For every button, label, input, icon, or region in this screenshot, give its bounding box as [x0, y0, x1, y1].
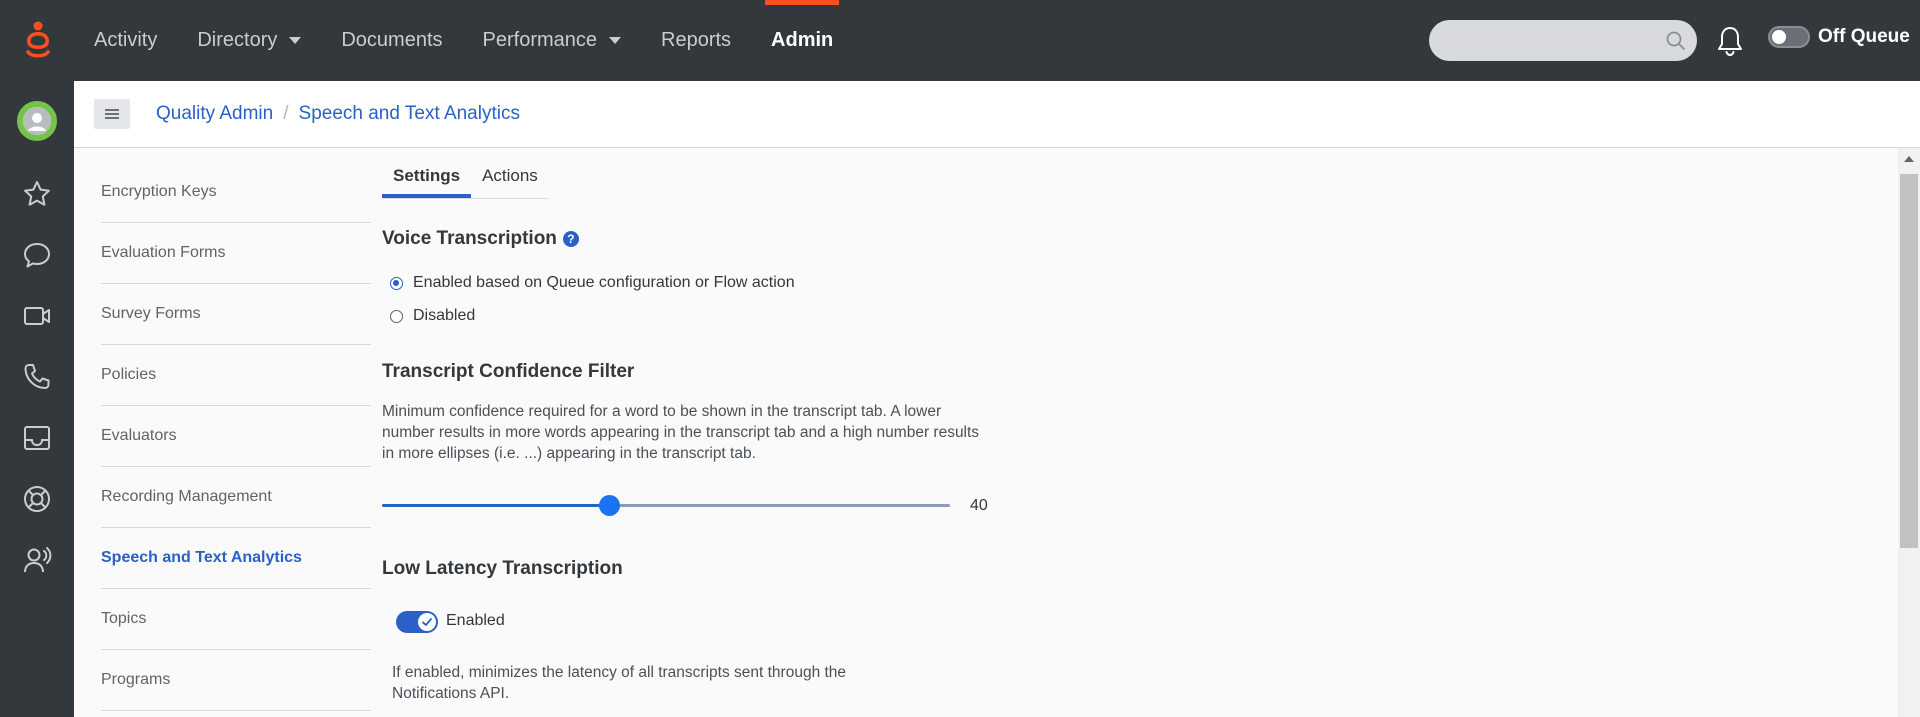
breadcrumb-separator: / [283, 103, 289, 124]
radio-disabled-label: Disabled [413, 307, 476, 324]
settings-tabs: Settings Actions [382, 160, 549, 199]
tab-actions[interactable]: Actions [471, 160, 549, 198]
avatar-image [23, 107, 51, 135]
nav-directory[interactable]: Directory [177, 0, 321, 81]
nav-reports[interactable]: Reports [641, 0, 751, 81]
lifebuoy-icon[interactable] [22, 484, 52, 514]
nav-admin[interactable]: Admin [751, 0, 853, 81]
radio-button-checked[interactable] [390, 276, 403, 290]
admin-sidenav: Encryption Keys Evaluation Forms Survey … [101, 162, 371, 711]
low-latency-description: If enabled, minimizes the latency of all… [392, 664, 847, 702]
radio-disabled[interactable]: Disabled [390, 307, 475, 325]
genesys-logo-icon[interactable] [22, 20, 54, 60]
sidenav-item-policies[interactable]: Policies [101, 345, 371, 406]
low-latency-toggle[interactable] [396, 611, 438, 633]
user-silhouette-icon [23, 107, 51, 135]
checkmark-icon [422, 618, 432, 626]
nav-reports-label: Reports [661, 29, 732, 51]
star-icon[interactable] [22, 179, 52, 209]
nav-performance[interactable]: Performance [463, 0, 642, 81]
left-icon-rail [0, 81, 74, 717]
breadcrumb-speech-text-analytics[interactable]: Speech and Text Analytics [299, 103, 520, 125]
sidenav-item-encryption-keys[interactable]: Encryption Keys [101, 162, 371, 223]
sidenav-item-recording-management[interactable]: Recording Management [101, 467, 371, 528]
user-headset-icon[interactable] [22, 545, 52, 575]
queue-status-label: Off Queue [1818, 26, 1910, 47]
sidenav-item-topics[interactable]: Topics [101, 589, 371, 650]
chevron-down-icon [289, 37, 302, 44]
confidence-filter-description: Minimum confidence required for a word t… [382, 403, 980, 462]
vertical-scrollbar[interactable] [1898, 148, 1920, 717]
slider-fill [382, 504, 610, 507]
sidebar-toggle-button[interactable] [94, 99, 130, 129]
confidence-slider[interactable] [382, 495, 950, 516]
tab-settings[interactable]: Settings [382, 160, 472, 198]
search-input[interactable] [1429, 20, 1697, 61]
main-content: Encryption Keys Evaluation Forms Survey … [74, 148, 1898, 717]
radio-enabled-queue-flow[interactable]: Enabled based on Queue configuration or … [390, 274, 795, 292]
hamburger-line [105, 117, 119, 119]
nav-directory-label: Directory [197, 29, 278, 51]
phone-icon[interactable] [22, 362, 52, 392]
low-latency-toggle-label: Enabled [446, 612, 505, 629]
confidence-filter-heading: Transcript Confidence Filter [382, 361, 635, 382]
nav-activity-label: Activity [94, 29, 158, 51]
search-icon[interactable] [1665, 30, 1687, 52]
scroll-thumb[interactable] [1900, 174, 1918, 548]
nav-performance-label: Performance [482, 29, 598, 51]
sidenav-item-programs[interactable]: Programs [101, 650, 371, 711]
slider-thumb[interactable] [599, 495, 621, 516]
queue-toggle[interactable] [1768, 26, 1810, 48]
top-navigation-bar: Activity Directory Documents Performance… [0, 0, 1920, 81]
voice-transcription-heading: Voice Transcription? [382, 228, 579, 250]
hamburger-line [105, 113, 119, 115]
nav-admin-label: Admin [771, 29, 834, 51]
sidenav-item-evaluators[interactable]: Evaluators [101, 406, 371, 467]
sidenav-item-speech-text-analytics[interactable]: Speech and Text Analytics [101, 528, 371, 589]
chat-bubble-icon[interactable] [22, 240, 52, 270]
breadcrumb-quality-admin[interactable]: Quality Admin [156, 103, 273, 125]
bell-icon[interactable] [1714, 24, 1746, 58]
scroll-up-arrow-icon[interactable] [1904, 156, 1914, 162]
radio-enabled-label: Enabled based on Queue configuration or … [413, 274, 795, 291]
slider-value: 40 [970, 497, 988, 514]
help-icon[interactable]: ? [562, 231, 579, 247]
voice-transcription-title: Voice Transcription [382, 228, 557, 249]
inbox-icon[interactable] [22, 423, 52, 453]
hamburger-line [105, 109, 119, 111]
avatar[interactable] [17, 101, 57, 141]
page-header: Quality Admin / Speech and Text Analytic… [74, 81, 1920, 148]
chevron-down-icon [609, 37, 622, 44]
sidenav-item-evaluation-forms[interactable]: Evaluation Forms [101, 223, 371, 284]
low-latency-heading: Low Latency Transcription [382, 558, 623, 579]
sidenav-item-survey-forms[interactable]: Survey Forms [101, 284, 371, 345]
breadcrumb: Quality Admin / Speech and Text Analytic… [156, 103, 520, 125]
radio-button-unchecked[interactable] [390, 309, 403, 323]
video-icon[interactable] [22, 301, 52, 331]
nav-documents[interactable]: Documents [321, 0, 462, 81]
nav-activity[interactable]: Activity [74, 0, 177, 81]
main-nav: Activity Directory Documents Performance… [74, 0, 853, 81]
nav-documents-label: Documents [341, 29, 443, 51]
